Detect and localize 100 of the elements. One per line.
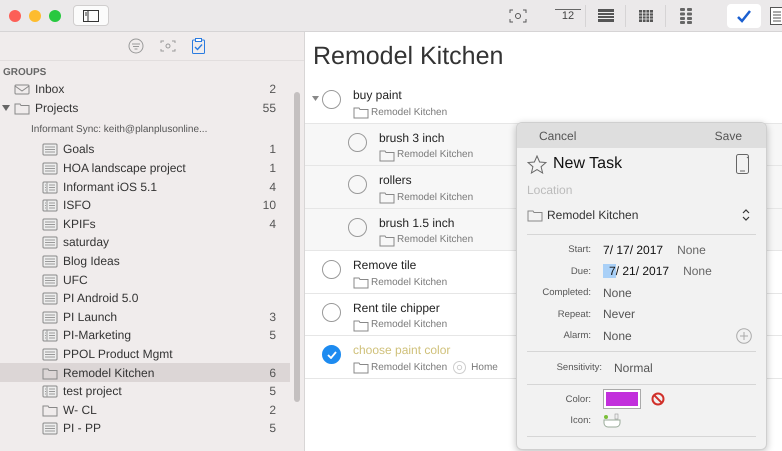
list-icon (42, 216, 58, 231)
task-checkbox[interactable] (322, 260, 341, 279)
task-title-field[interactable]: New Task (553, 155, 730, 173)
list-icon (42, 235, 58, 250)
tasks-button[interactable] (727, 4, 761, 28)
task-title: rollers (379, 173, 413, 188)
sidebar-item[interactable]: Goals 1 (0, 140, 290, 159)
star-icon[interactable] (527, 154, 547, 174)
sidebar-item[interactable]: Inbox 2 (0, 80, 290, 99)
time-field[interactable]: None (677, 242, 706, 257)
list-icon (42, 254, 58, 268)
sidebar-icon (83, 10, 99, 22)
task-checkbox[interactable] (348, 132, 367, 152)
field-label: Color: (564, 394, 591, 405)
sidebar-item[interactable]: Projects 55 (0, 98, 290, 118)
bathtub-icon[interactable] (603, 412, 621, 429)
viewfinder-icon (509, 8, 527, 22)
field-value[interactable]: Never (603, 307, 636, 322)
sidebar-item[interactable]: Informant iOS 5.1 4 (0, 177, 290, 196)
viewfinder-icon[interactable] (160, 40, 176, 52)
folder-icon (353, 318, 369, 332)
sidebar-item[interactable]: PPOL Product Mgmt (0, 344, 290, 364)
list-icon (42, 421, 58, 436)
zoom-button[interactable] (49, 10, 61, 22)
filter-icon[interactable] (128, 38, 144, 54)
context-label: Home (471, 362, 498, 372)
sidebar-item[interactable]: Remodel Kitchen 6 (0, 363, 290, 382)
project-label: Remodel Kitchen (397, 192, 474, 202)
date-field[interactable]: 7/ 21/ 2017 (603, 264, 670, 278)
sidebar-item[interactable]: PI Launch 3 (0, 308, 290, 326)
disclosure-triangle-icon[interactable] (2, 104, 10, 112)
sidebar-item[interactable]: UFC (0, 270, 290, 289)
sidebar-item[interactable]: PI Android 5.0 (0, 288, 290, 308)
field-label: Start: (567, 244, 591, 256)
checkmark-icon (326, 350, 336, 358)
time-field[interactable]: None (683, 264, 712, 278)
task-checkbox[interactable] (348, 175, 367, 194)
sidebar-item[interactable]: saturday (0, 233, 290, 252)
field-label: Repeat: (556, 308, 591, 320)
field-value[interactable]: None (603, 286, 632, 300)
project-label: Remodel Kitchen (371, 106, 448, 118)
folder-icon (42, 402, 58, 417)
split-list-icon (42, 328, 58, 342)
field-label: Alarm: (562, 330, 591, 342)
clipboard-check-icon[interactable] (192, 38, 204, 54)
folder-icon (379, 190, 395, 204)
date-field[interactable]: 7/ 17/ 2017 (603, 242, 664, 257)
sidebar-item[interactable]: Blog Ideas (0, 252, 290, 270)
folder-icon (14, 100, 30, 115)
scrollbar-thumb[interactable] (294, 92, 300, 402)
task-title: Remove tile (353, 258, 418, 273)
cards-icon (680, 8, 692, 24)
checkmark-icon (736, 8, 752, 22)
field-value[interactable]: None (603, 328, 632, 343)
task-checkbox[interactable] (322, 90, 341, 109)
list-icon (42, 161, 58, 176)
calendar-button[interactable]: 12 (555, 8, 581, 22)
cancel-button[interactable]: Cancel (529, 128, 586, 142)
save-button[interactable]: Save (704, 128, 752, 142)
field-label: Completed: (541, 287, 591, 298)
project-selector[interactable]: Remodel Kitchen (527, 200, 756, 230)
task-title: Rent tile chipper (353, 300, 441, 316)
table-icon (598, 9, 614, 22)
envelope-icon (14, 82, 30, 96)
field-value[interactable]: Normal (614, 360, 653, 374)
folder-icon (353, 105, 369, 119)
list-icon (42, 272, 58, 287)
phone-icon[interactable] (736, 154, 750, 174)
folder-icon (42, 366, 58, 380)
sidebar-item[interactable]: PI-Marketing 5 (0, 326, 290, 345)
list-icon (42, 347, 58, 362)
section-heading: GROUPS (2, 66, 48, 80)
list-title: Remodel Kitchen (312, 41, 504, 72)
folder-icon (353, 360, 369, 374)
task-checkbox[interactable] (322, 302, 341, 322)
task-checkbox[interactable] (348, 218, 367, 236)
task-title: buy paint (353, 88, 403, 103)
task-checkbox[interactable] (322, 345, 341, 364)
no-entry-icon[interactable] (651, 392, 665, 406)
sidebar-item[interactable]: PI - PP 5 (0, 419, 290, 438)
notes-button[interactable] (769, 4, 782, 26)
sidebar-item[interactable]: W- CL 2 (0, 400, 290, 420)
notes-icon (770, 6, 782, 24)
sidebar-item[interactable]: KPIFs 4 (0, 214, 290, 234)
field-label: Due: (570, 266, 591, 277)
sidebar-toggle-button[interactable] (73, 5, 109, 26)
list-icon (42, 142, 58, 156)
close-button[interactable] (9, 10, 21, 22)
disclosure-triangle-icon[interactable] (312, 95, 319, 102)
add-icon[interactable] (736, 328, 752, 344)
sidebar-item[interactable]: HOA landscape project 1 (0, 158, 290, 178)
project-label: Remodel Kitchen (371, 319, 448, 330)
split-list-icon (42, 384, 58, 398)
sidebar-item[interactable]: test project 5 (0, 382, 290, 400)
field-label: Sensitivity: (556, 362, 602, 373)
folder-icon (379, 232, 395, 246)
folder-icon (379, 148, 395, 162)
field-label: Icon: (569, 415, 591, 426)
project-label: Remodel Kitchen (371, 276, 448, 288)
sidebar-item[interactable]: ISFO 10 (0, 196, 290, 215)
